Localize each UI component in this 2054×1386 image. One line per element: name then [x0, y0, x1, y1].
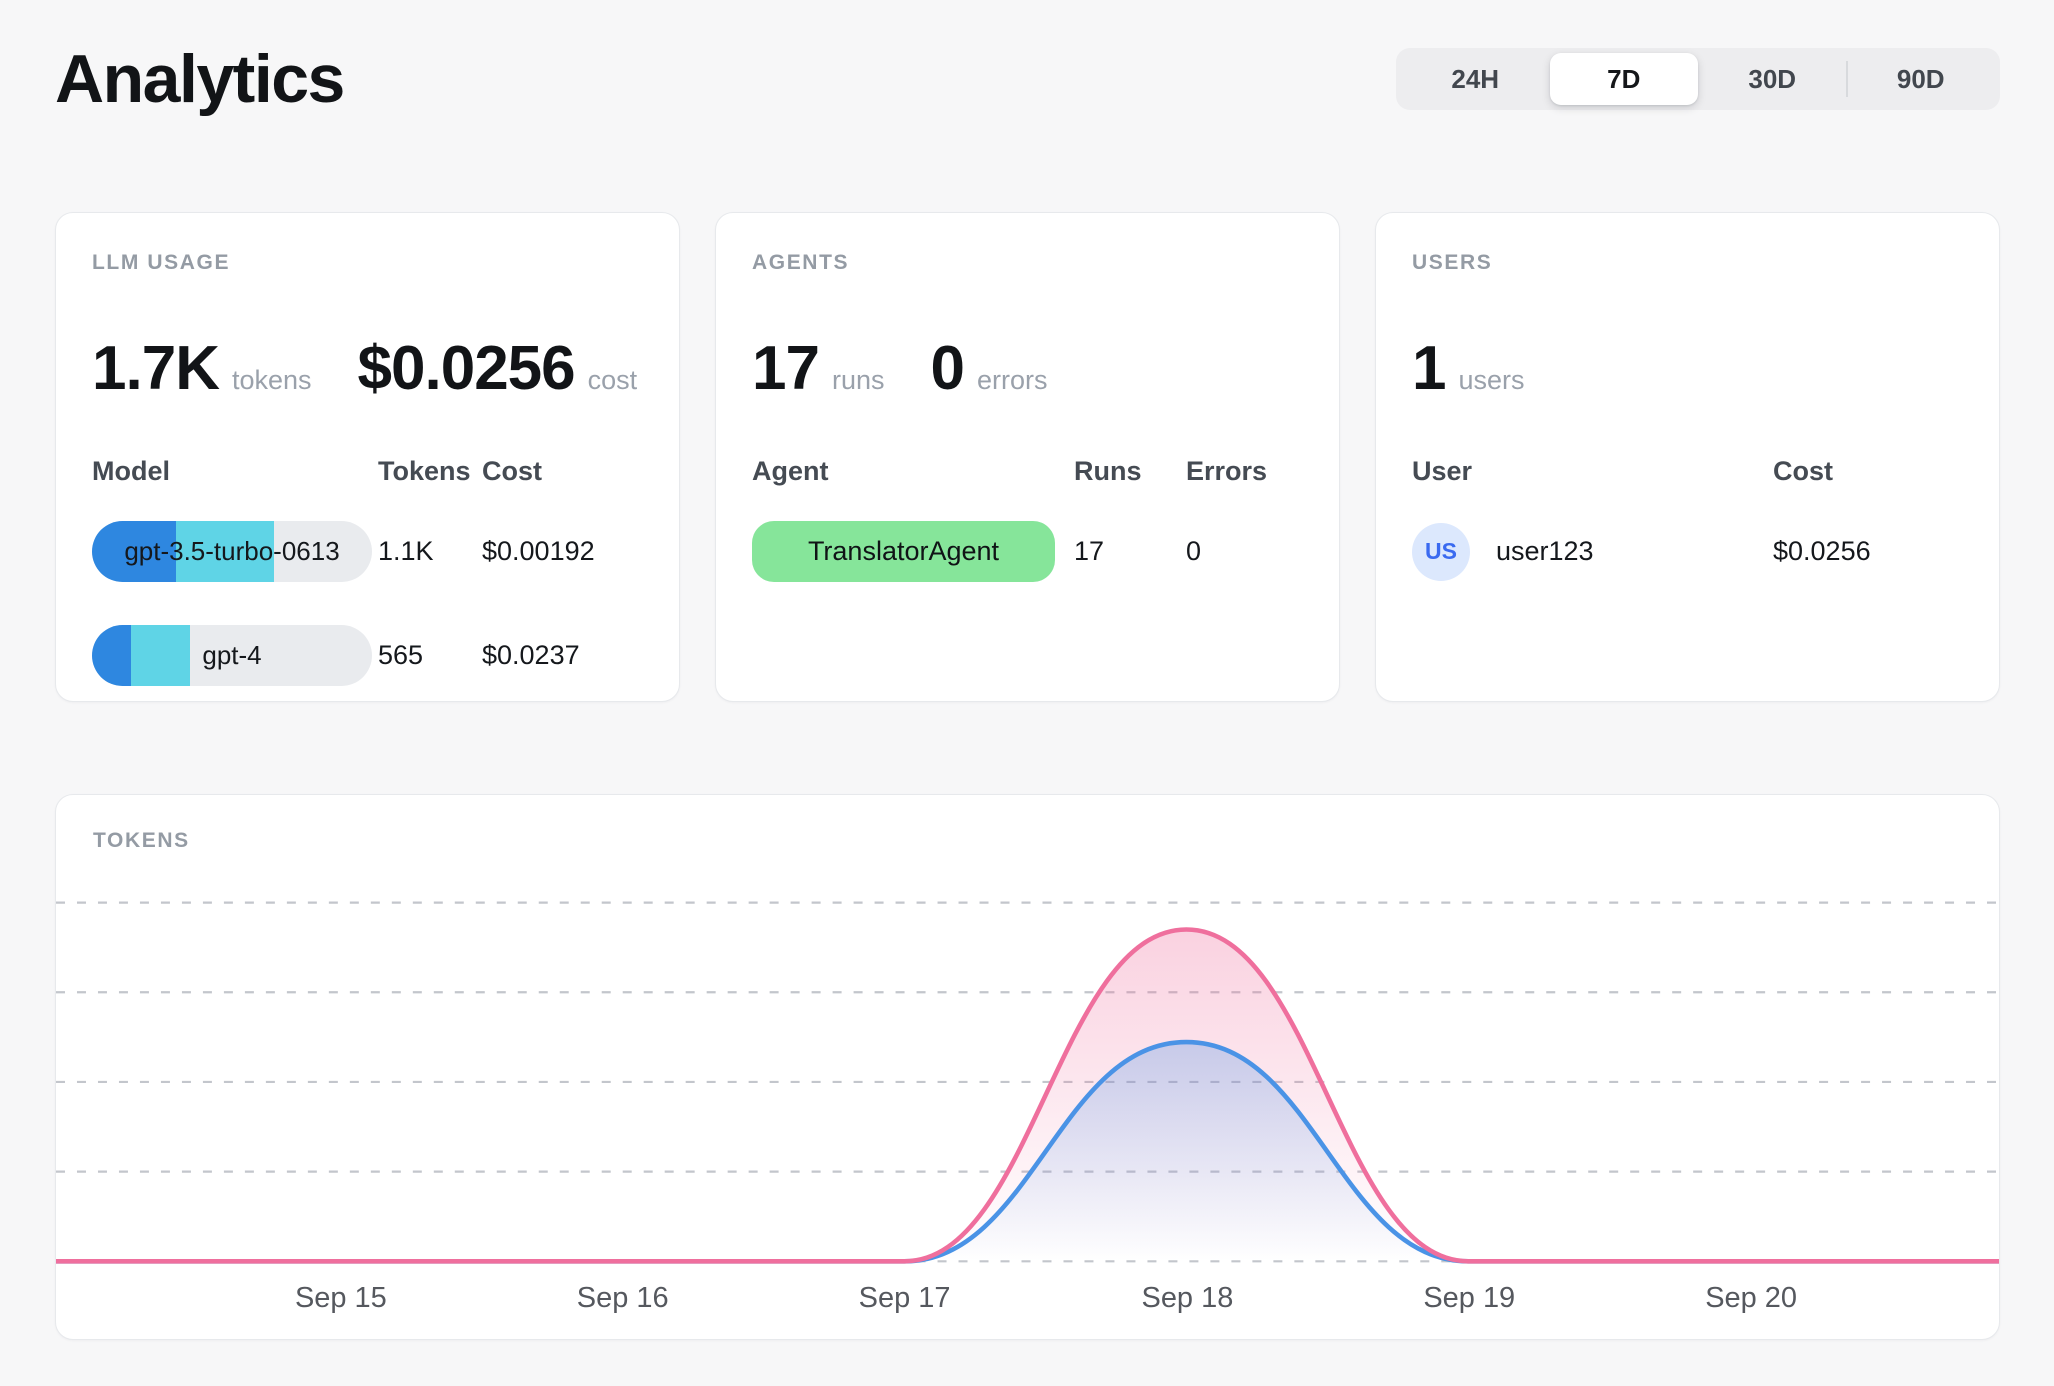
tokens-stat: 1.7K tokens [92, 333, 312, 404]
x-axis-tick-labels: Sep 15 Sep 16 Sep 17 Sep 18 Sep 19 Sep 2… [295, 1282, 1797, 1314]
column-header-runs: Runs [1074, 456, 1186, 487]
agents-card-label: AGENTS [752, 251, 1303, 275]
time-range-switcher: 24H 7D 30D 90D [1396, 48, 2000, 110]
tokens-chart-card: TOKENS [55, 794, 2000, 1340]
model-cost-value: $0.0237 [482, 640, 643, 671]
users-card: USERS 1 users User Cost US user123 $0.02… [1375, 212, 2000, 702]
agent-name-pill[interactable]: TranslatorAgent [752, 521, 1055, 582]
model-tokens-value: 565 [378, 640, 482, 671]
llm-usage-card-label: LLM USAGE [92, 251, 643, 275]
user-name: user123 [1496, 536, 1594, 567]
agents-card: AGENTS 17 runs 0 errors Agent Runs Error… [715, 212, 1340, 702]
users-stats: 1 users [1412, 333, 1963, 404]
table-row: US user123 $0.0256 [1412, 521, 1963, 582]
x-tick-label: Sep 19 [1423, 1282, 1515, 1314]
model-usage-bar: gpt-3.5-turbo-0613 [92, 521, 372, 582]
analytics-page: Analytics 24H 7D 30D 90D LLM USAGE 1.7K … [0, 0, 2054, 1340]
model-name: gpt-4 [92, 625, 372, 686]
tokens-stat-unit: tokens [232, 365, 312, 396]
table-row: gpt-3.5-turbo-0613 1.1K $0.00192 [92, 521, 643, 582]
cost-stat: $0.0256 cost [358, 333, 638, 404]
range-button-7d[interactable]: 7D [1550, 53, 1699, 105]
range-button-24h[interactable]: 24H [1401, 53, 1550, 105]
errors-stat-value: 0 [931, 333, 964, 404]
model-usage-bar: gpt-4 [92, 625, 372, 686]
column-header-cost: Cost [1773, 456, 1963, 487]
summary-cards-row: LLM USAGE 1.7K tokens $0.0256 cost Model… [55, 212, 2000, 702]
users-table-header: User Cost [1412, 456, 1963, 487]
page-title: Analytics [55, 40, 344, 118]
tokens-stat-value: 1.7K [92, 333, 219, 404]
model-name: gpt-3.5-turbo-0613 [92, 521, 372, 582]
x-tick-label: Sep 20 [1705, 1282, 1797, 1314]
model-cost-value: $0.00192 [482, 536, 643, 567]
users-stat-unit: users [1458, 365, 1524, 396]
table-row: TranslatorAgent 17 0 [752, 521, 1303, 582]
model-tokens-value: 1.1K [378, 536, 482, 567]
column-header-agent: Agent [752, 456, 1074, 487]
column-header-model: Model [92, 456, 378, 487]
range-button-30d[interactable]: 30D [1698, 53, 1847, 105]
runs-stat-value: 17 [752, 333, 819, 404]
cost-stat-value: $0.0256 [358, 333, 575, 404]
column-header-cost: Cost [482, 456, 643, 487]
users-card-label: USERS [1412, 251, 1963, 275]
cost-stat-unit: cost [588, 365, 638, 396]
column-header-errors: Errors [1186, 456, 1303, 487]
tokens-chart-label: TOKENS [93, 829, 190, 853]
x-tick-label: Sep 17 [859, 1282, 951, 1314]
runs-stat: 17 runs [752, 333, 885, 404]
user-cost-value: $0.0256 [1773, 536, 1963, 567]
table-row: gpt-4 565 $0.0237 [92, 625, 643, 686]
agent-runs-value: 17 [1074, 536, 1186, 567]
agents-table-header: Agent Runs Errors [752, 456, 1303, 487]
x-tick-label: Sep 16 [577, 1282, 669, 1314]
user-avatar: US [1412, 523, 1470, 581]
errors-stat-unit: errors [977, 365, 1048, 396]
range-button-90d[interactable]: 90D [1847, 53, 1996, 105]
llm-usage-stats: 1.7K tokens $0.0256 cost [92, 333, 643, 404]
llm-usage-card: LLM USAGE 1.7K tokens $0.0256 cost Model… [55, 212, 680, 702]
agent-errors-value: 0 [1186, 536, 1303, 567]
tokens-area-chart: Sep 15 Sep 16 Sep 17 Sep 18 Sep 19 Sep 2… [56, 795, 1999, 1339]
runs-stat-unit: runs [832, 365, 885, 396]
llm-table-header: Model Tokens Cost [92, 456, 643, 487]
agents-stats: 17 runs 0 errors [752, 333, 1303, 404]
top-bar: Analytics 24H 7D 30D 90D [55, 40, 2000, 118]
column-header-user: User [1412, 456, 1773, 487]
users-stat: 1 users [1412, 333, 1525, 404]
column-header-tokens: Tokens [378, 456, 482, 487]
users-stat-value: 1 [1412, 333, 1445, 404]
user-cell: US user123 [1412, 523, 1773, 581]
x-tick-label: Sep 15 [295, 1282, 387, 1314]
x-tick-label: Sep 18 [1142, 1282, 1234, 1314]
errors-stat: 0 errors [931, 333, 1048, 404]
